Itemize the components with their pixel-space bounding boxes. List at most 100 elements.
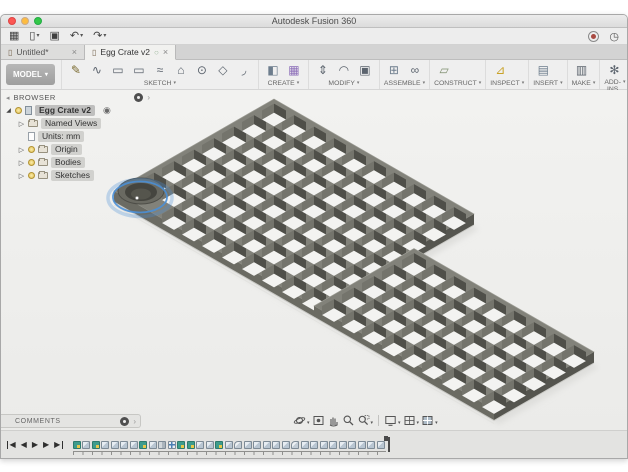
browser-item-sketches[interactable]: ▷ Sketches [3,169,153,182]
timeline-feature-sketch[interactable] [73,441,81,449]
toolbar-group-label[interactable]: INSERT▾ [533,79,562,89]
browser-item-units-mm[interactable]: Units: mm [3,130,153,143]
expander-icon[interactable]: ▷ [18,120,25,128]
browser-item-label[interactable]: Sketches [51,170,94,181]
browser-item-label[interactable]: Units: mm [38,131,84,142]
timeline-feature-move[interactable] [168,441,176,449]
timeline-feature-extrude[interactable] [272,441,280,449]
expander-icon[interactable]: ▷ [18,146,25,154]
undo-button[interactable]: ↶▾ [70,31,83,42]
joint-icon[interactable]: ⊞ [384,62,404,79]
grid-snaps-button[interactable]: ▾ [403,414,420,427]
root-label[interactable]: Egg Crate v2 [35,105,95,116]
scripts-addins-icon[interactable]: ✻ [604,61,624,78]
zoom-window-button[interactable]: ▾ [357,414,374,427]
browser-item-named-views[interactable]: ▷ Named Views [3,117,153,130]
timeline-go-start-button[interactable]: ◀ [7,441,16,449]
timeline-feature-extrude[interactable] [244,441,252,449]
press-pull-icon[interactable]: ⇕ [313,62,333,79]
make-3d-print-icon[interactable]: ▥ [572,62,592,79]
timeline-feature-extrude[interactable] [358,441,366,449]
data-panel-grid-icon[interactable]: ▦ [9,31,19,42]
browser-item-label[interactable]: Origin [51,144,82,155]
browser-chevron-icon[interactable]: › [147,93,150,102]
timeline-go-end-button[interactable]: ▶ [54,441,63,449]
browser-root-row[interactable]: ◢ Egg Crate v2 ◉ [3,104,153,117]
pattern-icon[interactable]: ▦ [284,62,304,79]
root-expander-icon[interactable]: ◢ [5,107,12,114]
viewport-canvas[interactable]: ◂ BROWSER › ◢ Egg Crate v2 ◉ ▷Named View… [1,90,627,430]
timeline-feature-extrude[interactable] [149,441,157,449]
timeline-feature-extrude[interactable] [130,441,138,449]
polygon-icon[interactable]: ⌂ [171,62,191,79]
timeline-feature-extrude[interactable] [111,441,119,449]
spline-icon[interactable]: ∿ [87,62,107,79]
timeline-play-button[interactable]: ▶ [32,441,38,449]
viewports-button[interactable]: ▾ [421,414,438,427]
timeline-feature-sketch[interactable] [177,441,185,449]
visibility-bulb-icon[interactable] [28,159,35,166]
browser-item-origin[interactable]: ▷ Origin [3,143,153,156]
root-radio-toggle-icon[interactable]: ◉ [103,105,111,116]
comments-options-icon[interactable] [120,417,129,426]
history-clock-icon[interactable]: ◷ [609,30,619,43]
look-at-button[interactable] [312,414,325,427]
pan-button[interactable] [327,414,340,427]
timeline-feature-sketch[interactable] [187,441,195,449]
browser-item-label[interactable]: Named Views [41,118,101,129]
document-tab-1[interactable]: ▯Untitled*× [1,45,85,59]
toolbar-group-label[interactable]: CREATE▾ [263,79,304,89]
root-visibility-bulb-icon[interactable] [15,107,22,114]
as-built-joint-icon[interactable]: ∞ [405,62,425,79]
construction-plane-icon[interactable]: ▱ [434,62,454,79]
toolbar-group-label[interactable]: CONSTRUCT▾ [434,79,481,89]
comments-bar[interactable]: COMMENTS › [1,414,141,428]
expander-icon[interactable]: ▷ [18,172,25,180]
slot-icon[interactable]: ▭ [129,62,149,79]
timeline-feature-extrude[interactable] [263,441,271,449]
redo-button[interactable]: ↷▾ [93,31,106,42]
timeline-feature-extrude[interactable] [339,441,347,449]
visibility-bulb-icon[interactable] [28,172,35,179]
fillet-round-icon[interactable]: ◠ [334,62,354,79]
timeline-feature-extrude[interactable] [301,441,309,449]
orbit-button[interactable]: ▾ [293,414,310,427]
toolbar-group-label[interactable]: SKETCH▾ [66,79,254,89]
tab-close-icon[interactable]: × [163,47,168,57]
timeline-feature-extrude[interactable] [320,441,328,449]
timeline-feature-extrude[interactable] [348,441,356,449]
browser-item-bodies[interactable]: ▷Bodies [3,156,153,169]
timeline-feature-extrude[interactable] [253,441,261,449]
timeline-feature-joint[interactable] [158,441,166,449]
file-menu-button[interactable]: ▯▾ [29,31,39,42]
timeline-step-back-button[interactable]: ◀ [21,441,27,449]
circle-icon[interactable]: ⊙ [192,62,212,79]
timeline-feature-sketch[interactable] [92,441,100,449]
expander-icon[interactable]: ▷ [18,159,25,167]
timeline-feature-extrude[interactable] [206,441,214,449]
new-body-icon[interactable]: ◧ [263,62,283,79]
sync-status-icon[interactable] [588,31,599,42]
timeline-feature-extrude[interactable] [101,441,109,449]
workspace-switcher-model[interactable]: MODEL▾ [6,64,55,85]
timeline-feature-extrude[interactable] [377,441,385,449]
browser-options-icon[interactable] [134,93,143,102]
timeline-position-marker[interactable] [388,437,390,452]
timeline-feature-fillet[interactable] [234,441,242,449]
timeline-feature-extrude[interactable] [196,441,204,449]
timeline-feature-extrude[interactable] [329,441,337,449]
timeline-feature-extrude[interactable] [282,441,290,449]
browser-collapse-icon[interactable]: ◂ [6,94,10,102]
save-button[interactable]: ▣ [49,31,59,42]
display-settings-button[interactable]: ▾ [384,414,401,427]
insert-image-icon[interactable]: ▤ [533,62,553,79]
toolbar-group-label[interactable]: INSPECT▾ [490,79,524,89]
measure-icon[interactable]: ⊿ [490,62,510,79]
document-tab-2[interactable]: ▯Egg Crate v2○× [85,45,176,60]
timeline-feature-sketch[interactable] [215,441,223,449]
comments-chevron-icon[interactable]: › [133,417,136,426]
timeline-step-forward-button[interactable]: ▶ [43,441,49,449]
freeform-spline-icon[interactable]: ≈ [150,62,170,79]
rectangle-icon[interactable]: ▭ [108,62,128,79]
tab-close-icon[interactable]: × [72,47,77,57]
